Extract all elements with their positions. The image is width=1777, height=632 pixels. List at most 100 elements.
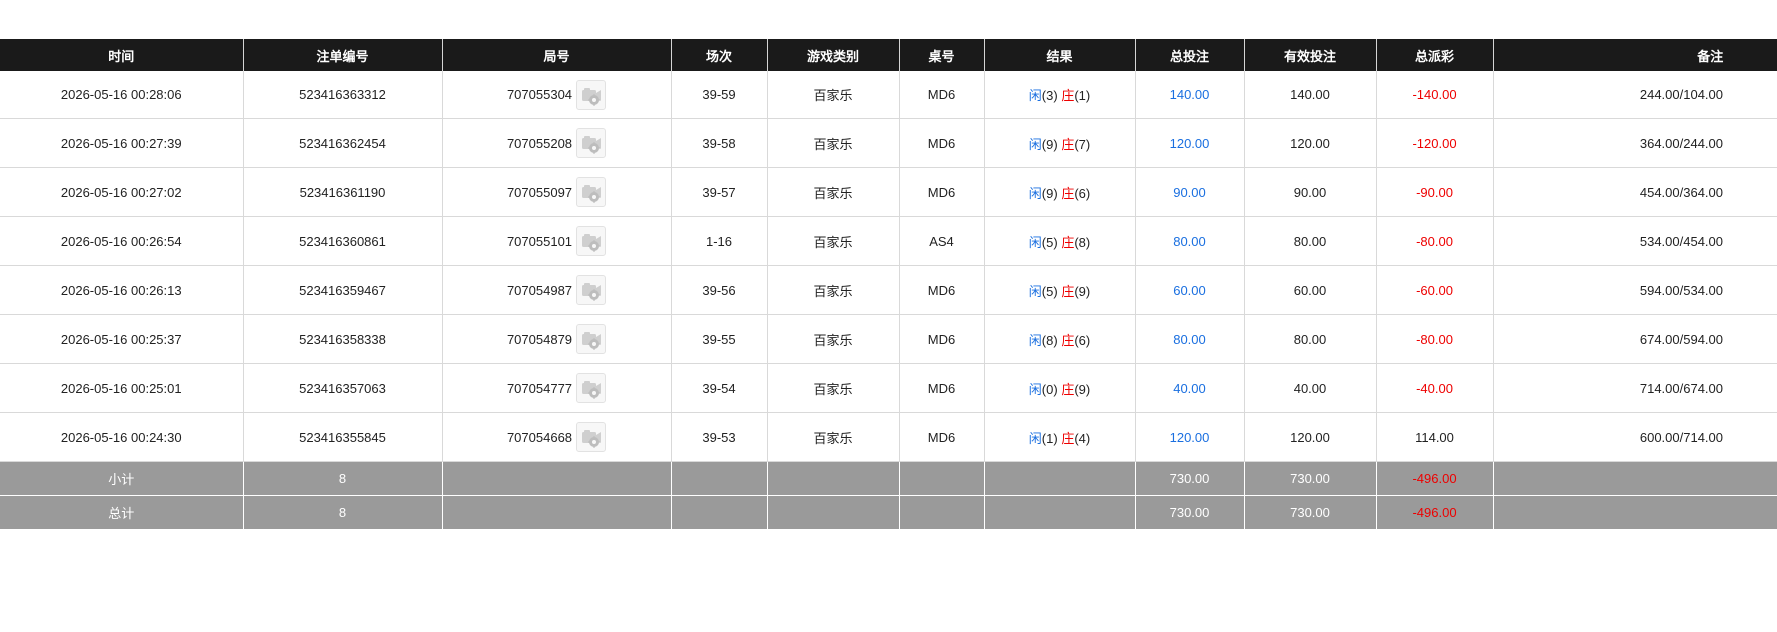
cell-payout: -40.00 xyxy=(1375,363,1493,413)
table-row: 2026-05-16 00:25:01 523416357063 7070547… xyxy=(0,363,1777,413)
bet-records-panel: 时间 注单编号 局号 场次 游戏类别 桌号 结果 总投注 有效投注 总派彩 备注… xyxy=(0,39,1777,530)
subtotal-empty xyxy=(898,461,984,496)
cell-total-bet: 140.00 xyxy=(1134,71,1244,119)
result-banker-score: (4) xyxy=(1074,430,1091,446)
column-header-bet-number: 注单编号 xyxy=(242,39,442,71)
cell-result: 闲(5) 庄(8) xyxy=(983,216,1135,266)
result-banker-label: 庄 xyxy=(1061,430,1075,446)
cell-payout: -120.00 xyxy=(1375,118,1493,168)
video-replay-icon[interactable] xyxy=(576,373,607,403)
cell-time: 2026-05-16 00:28:06 xyxy=(0,71,243,119)
video-replay-icon[interactable] xyxy=(576,79,607,110)
result-banker-score: (6) xyxy=(1074,185,1091,201)
cell-valid-bet: 120.00 xyxy=(1243,412,1376,462)
round-number: 707055304 xyxy=(506,87,573,102)
grandtotal-total-bet: 730.00 xyxy=(1134,495,1244,530)
grandtotal-count: 8 xyxy=(242,495,442,530)
table-row: 2026-05-16 00:27:39 523416362454 7070552… xyxy=(0,118,1777,168)
cell-round: 707055097 xyxy=(441,167,671,217)
result-banker-score: (1) xyxy=(1074,88,1091,103)
cell-shoe: 1-16 xyxy=(670,216,767,266)
column-header-result: 结果 xyxy=(983,39,1135,71)
cell-table: MD6 xyxy=(898,167,984,217)
result-player-label: 闲 xyxy=(1028,332,1042,348)
video-replay-icon[interactable] xyxy=(576,324,607,354)
cell-remark: 674.00/594.00 xyxy=(1492,314,1777,364)
grandtotal-label: 总计 xyxy=(0,495,243,530)
round-number: 707054987 xyxy=(506,282,573,298)
cell-game-type: 百家乐 xyxy=(766,71,899,119)
cell-shoe: 39-54 xyxy=(670,363,767,413)
video-replay-icon[interactable] xyxy=(576,177,607,207)
cell-round: 707054987 xyxy=(441,265,671,315)
result-player-score: (9) xyxy=(1041,185,1058,201)
cell-remark: 364.00/244.00 xyxy=(1492,118,1777,168)
grandtotal-row: 总计 8 730.00 730.00 -496.00 xyxy=(0,495,1777,530)
cell-time: 2026-05-16 00:24:30 xyxy=(0,412,243,462)
cell-total-bet: 60.00 xyxy=(1134,265,1244,315)
round-number: 707054879 xyxy=(506,331,573,347)
subtotal-row: 小计 8 730.00 730.00 -496.00 xyxy=(0,461,1777,496)
cell-game-type: 百家乐 xyxy=(766,216,899,266)
cell-game-type: 百家乐 xyxy=(766,412,899,462)
result-banker-label: 庄 xyxy=(1061,136,1075,152)
table-row: 2026-05-16 00:24:30 523416355845 7070546… xyxy=(0,412,1777,462)
cell-table: MD6 xyxy=(898,118,984,168)
cell-shoe: 39-55 xyxy=(670,314,767,364)
cell-remark: 600.00/714.00 xyxy=(1492,412,1777,462)
cell-time: 2026-05-16 00:26:54 xyxy=(0,216,243,266)
result-player-score: (3) xyxy=(1041,88,1058,103)
subtotal-empty xyxy=(1492,461,1777,496)
cell-payout: 114.00 xyxy=(1375,412,1493,462)
column-header-valid-bet: 有效投注 xyxy=(1243,39,1376,71)
video-replay-icon[interactable] xyxy=(576,128,607,158)
video-replay-icon[interactable] xyxy=(576,275,607,305)
cell-shoe: 39-56 xyxy=(670,265,767,315)
cell-time: 2026-05-16 00:27:39 xyxy=(0,118,243,168)
column-header-total-bet: 总投注 xyxy=(1134,39,1244,71)
cell-remark: 454.00/364.00 xyxy=(1492,167,1777,217)
cell-time: 2026-05-16 00:27:02 xyxy=(0,167,243,217)
subtotal-total-bet: 730.00 xyxy=(1134,461,1244,496)
cell-payout: -140.00 xyxy=(1375,71,1493,119)
column-header-remark: 备注 xyxy=(1492,39,1777,71)
subtotal-empty xyxy=(441,461,671,496)
result-banker-score: (8) xyxy=(1074,234,1091,250)
cell-game-type: 百家乐 xyxy=(766,314,899,364)
result-player-label: 闲 xyxy=(1028,381,1042,397)
table-row: 2026-05-16 00:25:37 523416358338 7070548… xyxy=(0,314,1777,364)
cell-table: MD6 xyxy=(898,314,984,364)
result-banker-label: 庄 xyxy=(1061,283,1075,299)
cell-bet-number: 523416361190 xyxy=(242,167,442,217)
cell-result: 闲(9) 庄(7) xyxy=(983,118,1135,168)
grandtotal-empty xyxy=(983,495,1135,530)
cell-round: 707054879 xyxy=(441,314,671,364)
column-header-round: 局号 xyxy=(441,39,671,71)
cell-round: 707055304 xyxy=(441,71,671,119)
cell-shoe: 39-59 xyxy=(670,71,767,119)
cell-shoe: 39-57 xyxy=(670,167,767,217)
result-player-label: 闲 xyxy=(1028,283,1042,299)
cell-total-bet: 80.00 xyxy=(1134,216,1244,266)
subtotal-payout: -496.00 xyxy=(1375,461,1493,496)
cell-total-bet: 90.00 xyxy=(1134,167,1244,217)
result-player-label: 闲 xyxy=(1028,234,1042,250)
grandtotal-empty xyxy=(441,495,671,530)
column-header-payout: 总派彩 xyxy=(1375,39,1493,71)
result-banker-label: 庄 xyxy=(1061,332,1075,348)
video-replay-icon[interactable] xyxy=(576,226,607,256)
table-row: 2026-05-16 00:27:02 523416361190 7070550… xyxy=(0,167,1777,217)
cell-remark: 244.00/104.00 xyxy=(1492,71,1777,119)
cell-valid-bet: 140.00 xyxy=(1243,71,1376,119)
result-banker-label: 庄 xyxy=(1061,234,1075,250)
grandtotal-payout: -496.00 xyxy=(1375,495,1493,530)
video-replay-icon[interactable] xyxy=(576,422,607,452)
cell-table: MD6 xyxy=(898,412,984,462)
cell-bet-number: 523416359467 xyxy=(242,265,442,315)
bet-records-table: 时间 注单编号 局号 场次 游戏类别 桌号 结果 总投注 有效投注 总派彩 备注… xyxy=(0,39,1777,530)
cell-payout: -60.00 xyxy=(1375,265,1493,315)
cell-shoe: 39-58 xyxy=(670,118,767,168)
result-player-label: 闲 xyxy=(1028,136,1042,152)
cell-total-bet: 120.00 xyxy=(1134,118,1244,168)
cell-total-bet: 120.00 xyxy=(1134,412,1244,462)
